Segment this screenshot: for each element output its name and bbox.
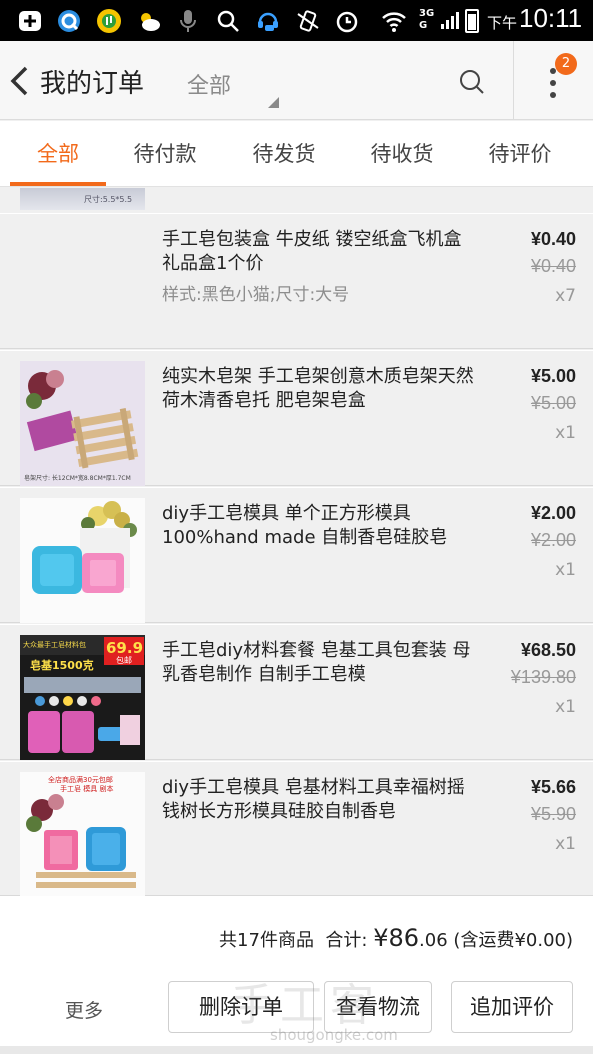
tab-all[interactable]: 全部 bbox=[8, 121, 108, 187]
square-mold-image bbox=[20, 498, 145, 623]
product-thumbnail: 尺寸:5.5*5.5 bbox=[20, 188, 145, 210]
product-thumbnail[interactable]: 皂架尺寸: 长12CM*宽8.8CM*厚1.7CM bbox=[20, 361, 145, 486]
total-label: 合计: bbox=[325, 930, 368, 951]
tab-pending-payment[interactable]: 待付款 bbox=[115, 121, 215, 187]
product-quantity: x1 bbox=[555, 834, 576, 854]
list-item[interactable]: diy手工皂模具 单个正方形模具100%hand made 自制香皂硅胶皂 ¥2… bbox=[0, 487, 593, 623]
product-quantity: x1 bbox=[555, 423, 576, 443]
product-thumbnail[interactable] bbox=[20, 498, 145, 623]
product-original-price: ¥5.00 bbox=[530, 393, 576, 413]
back-icon[interactable] bbox=[8, 65, 30, 97]
order-footer: 共17件商品 合计: ¥86.06 (含运费¥0.00) 更多 删除订单 查看物… bbox=[0, 896, 593, 1054]
status-ampm: 下午 bbox=[487, 14, 518, 32]
product-thumbnail[interactable]: 大众最手工皂材料包 69.9 包邮 皂基1500克 bbox=[20, 635, 145, 760]
svg-text:手工皂 模具 剧本: 手工皂 模具 剧本 bbox=[60, 784, 113, 793]
order-summary: 共17件商品 合计: ¥86.06 (含运费¥0.00) bbox=[219, 924, 573, 952]
tab-pending-receipt[interactable]: 待收货 bbox=[352, 121, 452, 187]
title-divider bbox=[513, 41, 514, 120]
product-quantity: x1 bbox=[555, 697, 576, 717]
product-price: ¥68.50 bbox=[520, 640, 576, 660]
tab-pending-review[interactable]: 待评价 bbox=[470, 121, 570, 187]
list-item[interactable]: 大众最手工皂材料包 69.9 包邮 皂基1500克 手工皂diy材料套餐 皂基工… bbox=[0, 624, 593, 760]
svg-text:全店商品满30元包邮: 全店商品满30元包邮 bbox=[48, 775, 113, 784]
list-item[interactable]: 手工皂包装盒 牛皮纸 镂空纸盒飞机盒 礼品盒1个价 样式:黑色小猫;尺寸:大号 … bbox=[0, 213, 593, 349]
add-notification-icon bbox=[16, 7, 44, 35]
svg-text:皂架尺寸: 长12CM*宽8.8CM*厚1.7CM: 皂架尺寸: 长12CM*宽8.8CM*厚1.7CM bbox=[24, 474, 131, 482]
svg-text:69.9: 69.9 bbox=[106, 639, 143, 657]
product-price: ¥5.66 bbox=[530, 777, 576, 797]
list-item[interactable]: 全店商品满30元包邮 手工皂 模具 剧本 diy手工皂模具 皂基材料工具幸福树摇… bbox=[0, 761, 593, 896]
signal-icon bbox=[441, 12, 459, 29]
title-bar: 我的订单 全部 2 bbox=[0, 41, 593, 120]
add-review-button[interactable]: 追加评价 bbox=[451, 981, 573, 1033]
product-title[interactable]: 纯实木皂架 手工皂架创意木质皂架天然荷木清香皂托 肥皂架皂盒 bbox=[162, 365, 482, 413]
product-price: ¥5.00 bbox=[530, 366, 576, 386]
svg-text:大众最手工皂材料包: 大众最手工皂材料包 bbox=[23, 640, 86, 649]
microphone-icon bbox=[174, 7, 202, 35]
product-title[interactable]: 手工皂diy材料套餐 皂基工具包套装 母乳香皂制作 自制手工皂模 bbox=[162, 639, 482, 687]
svg-text:皂基1500克: 皂基1500克 bbox=[30, 658, 94, 672]
search-icon[interactable] bbox=[458, 68, 486, 96]
total-integer: 86 bbox=[388, 924, 420, 952]
total-decimal: .06 bbox=[419, 930, 448, 951]
product-price: ¥0.40 bbox=[530, 229, 576, 249]
product-quantity: x1 bbox=[555, 560, 576, 580]
delete-order-button[interactable]: 删除订单 bbox=[168, 981, 314, 1033]
order-status-tabs: 全部 待付款 待发货 待收货 待评价 bbox=[0, 121, 593, 187]
weather-icon bbox=[135, 7, 163, 35]
support-chat-icon bbox=[254, 7, 282, 35]
alarm-icon bbox=[333, 7, 361, 35]
order-filter-dropdown[interactable]: 全部 bbox=[187, 68, 231, 100]
shipping-fee: (含运费¥0.00) bbox=[453, 930, 573, 951]
currency-symbol: ¥ bbox=[373, 924, 389, 952]
product-title[interactable]: diy手工皂模具 皂基材料工具幸福树摇钱树长方形模具硅胶自制香皂 bbox=[162, 776, 482, 824]
product-quantity: x7 bbox=[555, 286, 576, 306]
tab-pending-shipment[interactable]: 待发货 bbox=[234, 121, 334, 187]
status-bar: 3G G 下午 10:11 bbox=[0, 0, 593, 41]
status-time: 10:11 bbox=[519, 3, 583, 33]
list-item[interactable]: 皂架尺寸: 长12CM*宽8.8CM*厚1.7CM 纯实木皂架 手工皂架创意木质… bbox=[0, 350, 593, 486]
tree-mold-image: 全店商品满30元包邮 手工皂 模具 剧本 bbox=[20, 772, 145, 896]
svg-text:包邮: 包邮 bbox=[116, 655, 132, 665]
product-sku: 样式:黑色小猫;尺寸:大号 bbox=[162, 285, 350, 305]
soap-rack-image: 皂架尺寸: 长12CM*宽8.8CM*厚1.7CM bbox=[20, 361, 145, 486]
product-original-price: ¥5.90 bbox=[530, 804, 576, 824]
vibrate-icon bbox=[294, 7, 322, 35]
bottom-divider bbox=[0, 1046, 593, 1054]
more-actions-link[interactable]: 更多 bbox=[65, 996, 103, 1023]
notification-badge: 2 bbox=[555, 53, 577, 75]
music-app-icon bbox=[95, 7, 123, 35]
product-original-price: ¥139.80 bbox=[510, 667, 576, 687]
list-item-partial: 尺寸:5.5*5.5 bbox=[0, 188, 593, 212]
product-price: ¥2.00 bbox=[530, 503, 576, 523]
product-title[interactable]: 手工皂包装盒 牛皮纸 镂空纸盒飞机盒 礼品盒1个价 bbox=[162, 228, 482, 276]
wifi-icon bbox=[380, 7, 408, 35]
browser-app-icon bbox=[55, 7, 83, 35]
product-thumbnail[interactable]: 全店商品满30元包邮 手工皂 模具 剧本 bbox=[20, 772, 145, 896]
item-count: 共17件商品 bbox=[219, 930, 314, 951]
soap-kit-image: 大众最手工皂材料包 69.9 包邮 皂基1500克 bbox=[20, 635, 145, 760]
network-type: 3G G bbox=[419, 8, 435, 31]
search-status-icon bbox=[214, 7, 242, 35]
page-title: 我的订单 bbox=[40, 69, 145, 99]
order-item-list[interactable]: 尺寸:5.5*5.5 手工皂包装盒 牛皮纸 镂空纸盒飞机盒 礼品盒1个价 样式:… bbox=[0, 188, 593, 896]
product-original-price: ¥2.00 bbox=[530, 530, 576, 550]
product-title[interactable]: diy手工皂模具 单个正方形模具100%hand made 自制香皂硅胶皂 bbox=[162, 502, 482, 550]
active-tab-indicator bbox=[10, 182, 106, 186]
product-original-price: ¥0.40 bbox=[530, 256, 576, 276]
battery-icon bbox=[465, 9, 479, 33]
view-logistics-button[interactable]: 查看物流 bbox=[324, 981, 432, 1033]
dropdown-caret-icon bbox=[268, 97, 279, 108]
